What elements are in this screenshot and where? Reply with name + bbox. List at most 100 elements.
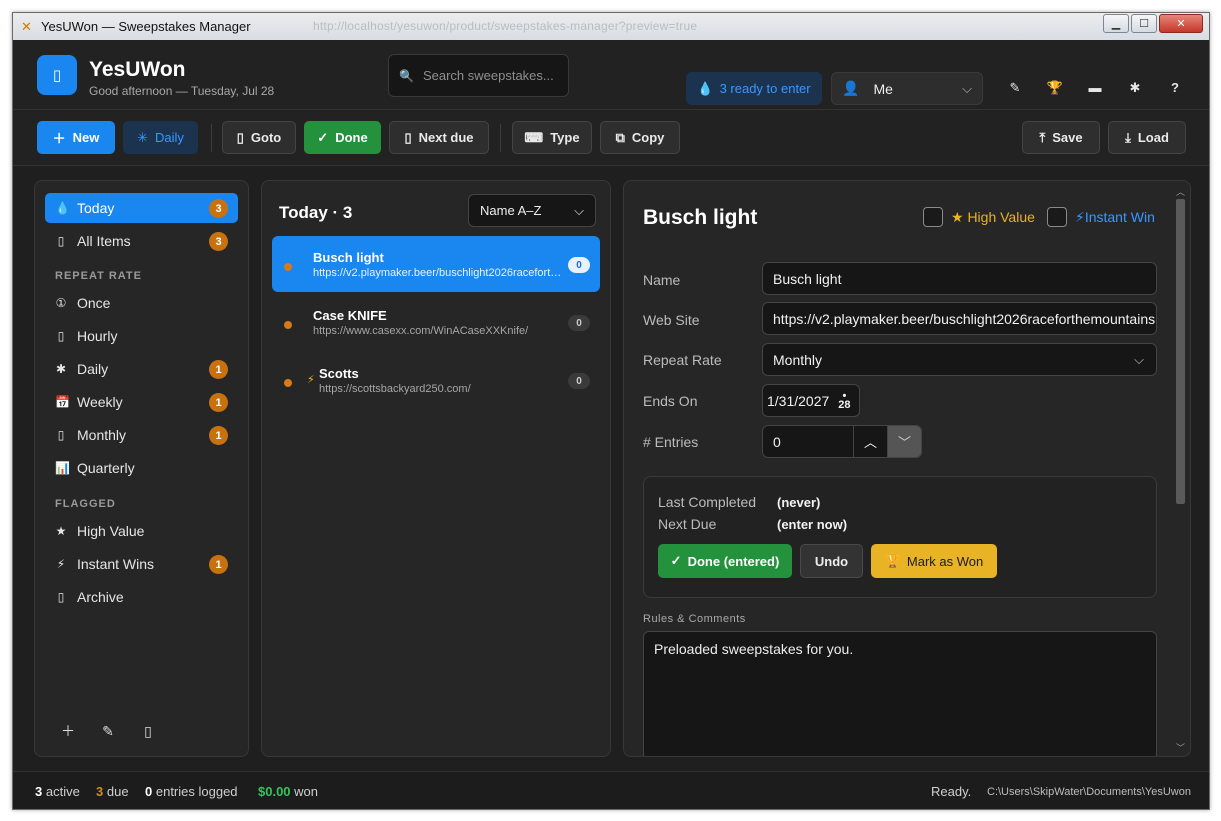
calendar-icon[interactable]: • 28 <box>838 390 850 410</box>
name-field[interactable]: Busch light <box>762 262 1157 295</box>
sidebar-item-monthly[interactable]: ▯ Monthly 1 <box>45 420 238 450</box>
app-header: ▯ YesUWon Good afternoon — Tuesday, Jul … <box>13 40 1209 110</box>
increment-button[interactable]: ︿ <box>853 426 887 457</box>
window-title: YesUWon — Sweepstakes Manager <box>41 19 251 34</box>
sidebar-item-daily[interactable]: ✱ Daily 1 <box>45 354 238 384</box>
toolbar-divider <box>500 124 501 152</box>
copy-icon: ⧉ <box>615 129 625 145</box>
drop-icon: 💧 <box>55 201 70 215</box>
type-button[interactable]: ⌨ Type <box>512 121 592 154</box>
profile-select[interactable]: 👤 Me ⌵ <box>831 72 983 105</box>
toolbar-divider <box>211 124 212 152</box>
load-button[interactable]: ⤓ Load <box>1108 121 1186 154</box>
section-repeat-rate: REPEAT RATE <box>55 270 142 282</box>
repeat-rate-label: Repeat Rate <box>643 352 722 368</box>
decrement-button[interactable]: ﹀ <box>887 426 921 457</box>
lightning-icon: ⚡ <box>307 374 315 386</box>
ready-to-enter-button[interactable]: 💧 3 ready to enter <box>686 72 822 105</box>
plus-icon[interactable]: ＋ <box>57 721 79 741</box>
next-due-button[interactable]: ▯ Next due <box>389 121 489 154</box>
search-input[interactable] <box>422 68 553 83</box>
due-count: 3 due <box>96 784 129 799</box>
sidebar-item-quarterly[interactable]: 📊 Quarterly <box>45 453 238 483</box>
new-button[interactable]: ＋ New <box>37 121 115 154</box>
app-window: ✕ YesUWon — Sweepstakes Manager http://l… <box>12 12 1210 810</box>
minimize-button[interactable]: ▁ <box>1103 14 1129 33</box>
scrollbar-thumb[interactable] <box>1176 199 1185 504</box>
status-bar: 3 active 3 due 0 entries logged $0.00 wo… <box>13 771 1209 809</box>
entries-field[interactable]: 0 ︿ ﹀ <box>762 425 922 458</box>
title-bar: ✕ YesUWon — Sweepstakes Manager http://l… <box>13 13 1209 40</box>
scroll-up-arrow-icon[interactable]: ︿ <box>1174 185 1187 197</box>
sidebar-item-high-value[interactable]: ★ High Value <box>45 516 238 546</box>
section-flagged: FLAGGED <box>55 498 116 510</box>
close-button[interactable]: ✕ <box>1159 14 1203 33</box>
next-due-value: (enter now) <box>777 517 848 532</box>
drop-icon: 💧 <box>697 80 714 96</box>
sparkle-icon[interactable]: ✱ <box>1115 70 1155 105</box>
next-icon: ▯ <box>404 129 412 145</box>
lightning-icon: ⚡ <box>56 557 66 571</box>
undo-button[interactable]: Undo <box>800 544 863 578</box>
entries-stepper: ︿ ﹀ <box>853 426 921 457</box>
trophy-icon[interactable]: 🏆 <box>1035 70 1075 105</box>
list-title: Today · 3 <box>279 203 353 222</box>
edit-icon[interactable]: ✎ <box>97 721 119 741</box>
rules-label: Rules & Comments <box>643 613 746 625</box>
ends-on-date-field[interactable]: 1/31/2027 • 28 <box>762 384 860 417</box>
check-icon: ✓ <box>670 553 682 568</box>
status-text: Ready. <box>931 784 972 799</box>
sidebar-item-instant-wins[interactable]: ⚡ Instant Wins 1 <box>45 549 238 579</box>
goto-button[interactable]: ▯ Goto <box>222 121 296 154</box>
chevron-down-icon: ⌵ <box>574 202 584 218</box>
app-logo-glyph-icon: ▯ <box>52 67 62 84</box>
copy-button[interactable]: ⧉ Copy <box>600 121 680 154</box>
wrench-icon[interactable]: ✎ <box>995 70 1035 105</box>
website-field[interactable]: https://v2.playmaker.beer/buschlight2026… <box>762 302 1157 335</box>
entry-count-badge: 0 <box>568 373 590 389</box>
daily-button[interactable]: ✳ Daily <box>123 121 198 154</box>
clock-icon: ▯ <box>57 329 65 343</box>
chevron-down-icon: ⌵ <box>1134 351 1144 367</box>
scroll-down-arrow-icon[interactable]: ﹀ <box>1174 741 1187 753</box>
rules-comments-textarea[interactable]: Preloaded sweepstakes for you. <box>643 631 1157 756</box>
trophy-icon: 🏆 <box>884 553 901 568</box>
app-logo: ▯ <box>37 55 77 95</box>
sidebar: 💧 Today 3 ▯ All Items 3 REPEAT RATE ① On… <box>34 180 249 757</box>
mark-as-won-button[interactable]: 🏆 Mark as Won <box>871 544 997 578</box>
maximize-button[interactable]: ☐ <box>1131 14 1157 33</box>
last-completed-label: Last Completed <box>658 494 757 510</box>
list-item[interactable]: Busch light https://v2.playmaker.beer/bu… <box>272 236 600 292</box>
user-icon: 👤 <box>842 80 860 96</box>
count-badge: 1 <box>209 426 228 445</box>
greeting-text: Good afternoon — Tuesday, Jul 28 <box>89 84 275 98</box>
list-item[interactable]: Case KNIFE https://www.casexx.com/WinACa… <box>272 294 600 350</box>
external-link-icon: ▯ <box>236 129 244 145</box>
sort-select[interactable]: Name A–Z ⌵ <box>468 194 596 227</box>
high-value-checkbox[interactable] <box>923 207 943 227</box>
sparkle-icon: ✳ <box>137 129 148 145</box>
sidebar-item-all-items[interactable]: ▯ All Items 3 <box>45 226 238 256</box>
instant-win-checkbox[interactable] <box>1047 207 1067 227</box>
sidebar-item-weekly[interactable]: 📅 Weekly 1 <box>45 387 238 417</box>
sidebar-item-archive[interactable]: ▯ Archive <box>45 582 238 612</box>
high-value-toggle[interactable]: ★ High Value <box>923 207 1035 227</box>
archive-icon: ▯ <box>57 590 65 604</box>
sidebar-item-once[interactable]: ① Once <box>45 288 238 318</box>
search-box[interactable]: 🔍 <box>388 54 569 97</box>
faint-address-text: http://localhost/yesuwon/product/sweepst… <box>313 19 698 33</box>
done-button[interactable]: ✓ Done <box>304 121 381 154</box>
ruler-icon[interactable]: ▬ <box>1075 70 1115 105</box>
plus-icon: ＋ <box>52 131 66 146</box>
sidebar-item-today[interactable]: 💧 Today 3 <box>45 193 238 223</box>
done-entered-button[interactable]: ✓ Done (entered) <box>658 544 792 578</box>
help-icon[interactable]: ? <box>1155 70 1195 105</box>
instant-win-toggle[interactable]: ⚡Instant Win <box>1047 207 1155 227</box>
trash-icon[interactable]: ▯ <box>137 721 159 741</box>
sidebar-item-hourly[interactable]: ▯ Hourly <box>45 321 238 351</box>
save-button[interactable]: ⤒ Save <box>1022 121 1100 154</box>
site-label: Web Site <box>643 312 700 328</box>
repeat-rate-select[interactable]: Monthly ⌵ <box>762 343 1157 376</box>
list-item[interactable]: ⚡ Scotts https://scottsbackyard250.com/ … <box>272 352 600 408</box>
star-icon: ★ <box>55 524 67 538</box>
